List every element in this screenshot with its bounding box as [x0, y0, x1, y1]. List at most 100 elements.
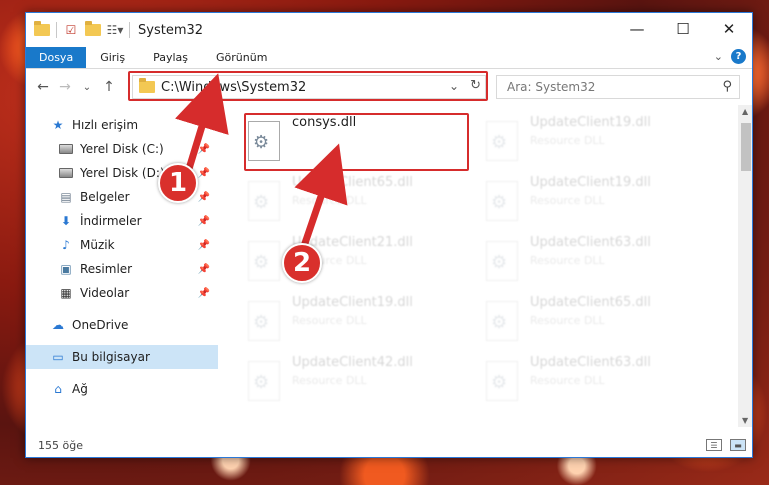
star-icon: ★ [52, 118, 64, 132]
tab-gorunum[interactable]: Görünüm [202, 47, 281, 68]
dll-file-icon [248, 181, 280, 221]
file-type: Resource DLL [530, 134, 605, 147]
network-icon: ⌂ [54, 382, 62, 396]
navigation-pane: ★ Hızlı erişim Yerel Disk (C:) 📌 Yerel D… [26, 105, 218, 427]
dll-file-icon [486, 181, 518, 221]
large-icons-view-icon[interactable]: ▬ [730, 439, 746, 451]
file-type: Resource DLL [292, 194, 367, 207]
sidebar-item-label: Yerel Disk (D:) [80, 166, 165, 180]
up-arrow-icon[interactable]: ↑ [98, 79, 120, 95]
annotation-highlight-address [128, 71, 488, 101]
new-folder-icon[interactable] [85, 21, 101, 38]
tab-giris[interactable]: Giriş [86, 47, 139, 68]
view-toggle: ☰ ▬ [706, 439, 746, 451]
dll-file-icon [486, 361, 518, 401]
file-explorer-window: ☑ ☷▾ System32 — ☐ ✕ Dosya Giriş Paylaş G… [25, 12, 753, 458]
pin-icon: 📌 [197, 215, 210, 227]
scroll-thumb[interactable] [741, 123, 751, 171]
window-controls: — ☐ ✕ [614, 13, 752, 45]
sidebar-item-music[interactable]: ♪ Müzik 📌 [26, 233, 218, 257]
pin-icon: 📌 [197, 287, 210, 299]
pin-icon: 📌 [197, 191, 210, 203]
dll-file-icon [486, 241, 518, 281]
file-item[interactable]: UpdateClient63.dll Resource DLL [486, 355, 716, 411]
file-item[interactable]: UpdateClient63.dll Resource DLL [486, 235, 716, 291]
recent-locations-icon[interactable]: ⌄ [76, 82, 98, 93]
file-name: UpdateClient63.dll [530, 355, 651, 370]
dll-file-icon [248, 361, 280, 401]
documents-icon: ▤ [60, 190, 72, 204]
file-item[interactable]: UpdateClient65.dll Resource DLL [486, 295, 716, 351]
search-input[interactable]: Ara: System32 ⚲ [496, 75, 740, 99]
file-type: Resource DLL [530, 194, 605, 207]
sidebar-item-videos[interactable]: ▦ Videolar 📌 [26, 281, 218, 305]
divider [56, 22, 57, 38]
pin-icon: 📌 [197, 143, 210, 155]
file-name: UpdateClient19.dll [530, 175, 651, 190]
file-item[interactable]: UpdateClient65.dll Resource DLL [248, 175, 478, 231]
details-view-icon[interactable]: ☰ [706, 439, 722, 451]
sidebar-item-onedrive[interactable]: ☁ OneDrive [26, 313, 218, 337]
file-item[interactable]: UpdateClient19.dll Resource DLL [248, 295, 478, 351]
file-type: Resource DLL [292, 314, 367, 327]
file-item[interactable]: UpdateClient42.dll Resource DLL [248, 355, 478, 411]
status-bar: 155 öğe ☰ ▬ [26, 433, 752, 457]
expand-ribbon-icon[interactable]: ⌄ [714, 50, 723, 63]
forward-arrow-icon[interactable]: → [54, 79, 76, 95]
tab-dosya[interactable]: Dosya [26, 47, 87, 68]
maximize-button[interactable]: ☐ [660, 13, 706, 45]
sidebar-item-label: Yerel Disk (C:) [80, 142, 164, 156]
sidebar-item-network[interactable]: ⌂ Ağ [26, 377, 218, 401]
dll-file-icon [486, 301, 518, 341]
help-icon[interactable]: ? [731, 49, 746, 64]
pictures-icon: ▣ [60, 262, 72, 276]
pin-icon: 📌 [197, 263, 210, 275]
dll-file-icon [248, 241, 280, 281]
item-count: 155 öğe [38, 438, 83, 452]
customize-toolbar-icon[interactable]: ☷▾ [107, 22, 124, 38]
drive-icon [58, 141, 74, 157]
ribbon-tabs: Dosya Giriş Paylaş Görünüm ⌄ ? [26, 47, 752, 69]
sidebar-item-local-disk-c[interactable]: Yerel Disk (C:) 📌 [26, 137, 218, 161]
sidebar-item-label: Müzik [80, 238, 115, 252]
music-icon: ♪ [62, 238, 70, 252]
sidebar-item-downloads[interactable]: ⬇ İndirmeler 📌 [26, 209, 218, 233]
download-icon: ⬇ [60, 214, 72, 228]
sidebar-item-label: OneDrive [72, 318, 129, 332]
window-title: System32 [138, 22, 204, 38]
file-type: Resource DLL [530, 254, 605, 267]
sidebar-item-label: Ağ [72, 382, 88, 396]
sidebar-item-quick-access[interactable]: ★ Hızlı erişim [26, 113, 218, 137]
quick-access-toolbar: ☑ ☷▾ [26, 21, 130, 38]
tab-paylas[interactable]: Paylaş [139, 47, 202, 68]
step-badge-1: 1 [158, 163, 198, 203]
title-bar: ☑ ☷▾ System32 — ☐ ✕ [26, 13, 752, 47]
file-name: UpdateClient65.dll [292, 175, 413, 190]
divider [129, 22, 130, 38]
dll-file-icon [248, 301, 280, 341]
sidebar-item-label: Videolar [80, 286, 130, 300]
sidebar-item-pictures[interactable]: ▣ Resimler 📌 [26, 257, 218, 281]
back-arrow-icon[interactable]: ← [32, 79, 54, 95]
file-name: UpdateClient19.dll [530, 115, 651, 130]
ribbon-right-controls: ⌄ ? [714, 49, 746, 64]
drive-icon [58, 165, 74, 181]
scroll-up-icon[interactable]: ▲ [742, 107, 748, 116]
file-item[interactable]: UpdateClient19.dll Resource DLL [486, 115, 716, 171]
computer-icon: ▭ [52, 350, 64, 364]
file-type: Resource DLL [530, 314, 605, 327]
pin-icon: 📌 [197, 239, 210, 251]
minimize-button[interactable]: — [614, 13, 660, 45]
sidebar-item-this-pc[interactable]: ▭ Bu bilgisayar [26, 345, 218, 369]
properties-icon[interactable]: ☑ [63, 22, 79, 38]
file-item[interactable]: UpdateClient19.dll Resource DLL [486, 175, 716, 231]
close-button[interactable]: ✕ [706, 13, 752, 45]
vertical-scrollbar[interactable]: ▲ ▼ [738, 105, 752, 427]
pin-icon: 📌 [197, 167, 210, 179]
scroll-down-icon[interactable]: ▼ [742, 416, 748, 425]
file-type: Resource DLL [530, 374, 605, 387]
folder-icon [34, 21, 50, 38]
explorer-body: ★ Hızlı erişim Yerel Disk (C:) 📌 Yerel D… [26, 105, 752, 427]
search-icon: ⚲ [722, 79, 732, 94]
step-badge-2: 2 [282, 243, 322, 283]
